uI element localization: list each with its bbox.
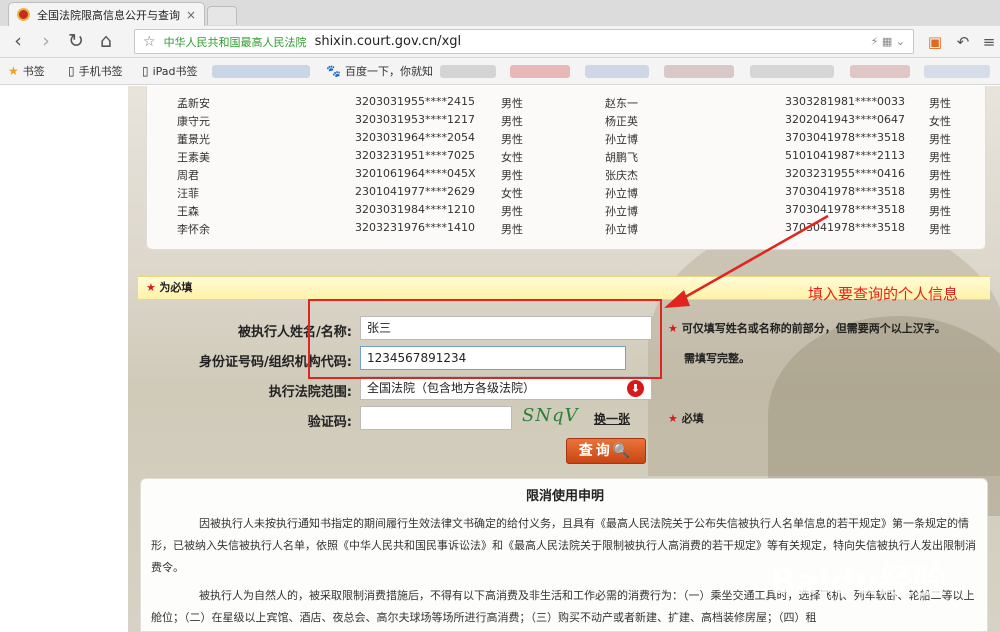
- blurred-bookmark: [850, 65, 910, 78]
- gamepad-icon[interactable]: ▣: [924, 32, 946, 52]
- close-tab-icon[interactable]: ×: [186, 8, 196, 22]
- back-icon[interactable]: ‹: [6, 30, 30, 54]
- annotation-text: 填入要查询的个人信息: [808, 285, 959, 303]
- browser-toolbar: ‹ › ↻ ⌂ ☆ 中华人民共和国最高人民法院 shixin.court.gov…: [0, 26, 1000, 58]
- bookmark-item[interactable]: 🐾 百度一下，你就知: [326, 63, 433, 80]
- blurred-bookmark: [750, 65, 834, 78]
- blurred-bookmark: [664, 65, 734, 78]
- baidu-paw-icon: 🐾: [326, 64, 341, 78]
- new-tab-button[interactable]: [207, 6, 237, 25]
- bookmarks-bar: ★ 书签 ▯ 手机书签 ▯ iPad书签 🐾 百度一下，你就知: [0, 58, 1000, 85]
- tab-strip: 全国法院限高信息公开与查询 ×: [0, 0, 1000, 26]
- browser-tab[interactable]: 全国法院限高信息公开与查询 ×: [8, 2, 205, 26]
- undo-icon[interactable]: ↶: [952, 32, 974, 52]
- folder-icon: ▯: [142, 64, 149, 78]
- star-icon: ★: [8, 64, 19, 78]
- blurred-bookmark: [510, 65, 570, 78]
- address-bar[interactable]: ☆ 中华人民共和国最高人民法院 shixin.court.gov.cn/xgl …: [134, 29, 914, 54]
- bookmark-item[interactable]: ★ 书签: [8, 63, 45, 80]
- home-icon[interactable]: ⌂: [94, 30, 118, 54]
- blurred-bookmark: [440, 65, 496, 78]
- menu-icon[interactable]: ≡: [978, 32, 1000, 52]
- baidu-watermark: Baidu经验: [770, 562, 948, 602]
- reload-icon[interactable]: ↻: [64, 30, 88, 54]
- notice-title: 限消使用申明: [525, 489, 604, 504]
- forward-icon[interactable]: ›: [34, 30, 58, 54]
- blurred-bookmark: [212, 65, 310, 78]
- site-identity: 中华人民共和国最高人民法院: [163, 35, 307, 49]
- page-content: 孟新安 3203031955****2415 男性 赵东一 3303281981…: [0, 86, 1000, 632]
- bookmark-star-icon[interactable]: ☆: [143, 34, 156, 50]
- folder-icon: ▯: [68, 64, 75, 78]
- blurred-bookmark: [924, 65, 990, 78]
- bookmark-item[interactable]: ▯ iPad书签: [142, 63, 198, 80]
- url-text[interactable]: shixin.court.gov.cn/xgl: [315, 34, 861, 49]
- court-emblem-icon: [17, 8, 30, 21]
- tab-title: 全国法院限高信息公开与查询: [37, 8, 180, 22]
- address-bar-icons[interactable]: ⚡ ▦ ⌄: [871, 35, 905, 48]
- bookmark-item[interactable]: ▯ 手机书签: [68, 63, 123, 80]
- blurred-bookmark: [585, 65, 649, 78]
